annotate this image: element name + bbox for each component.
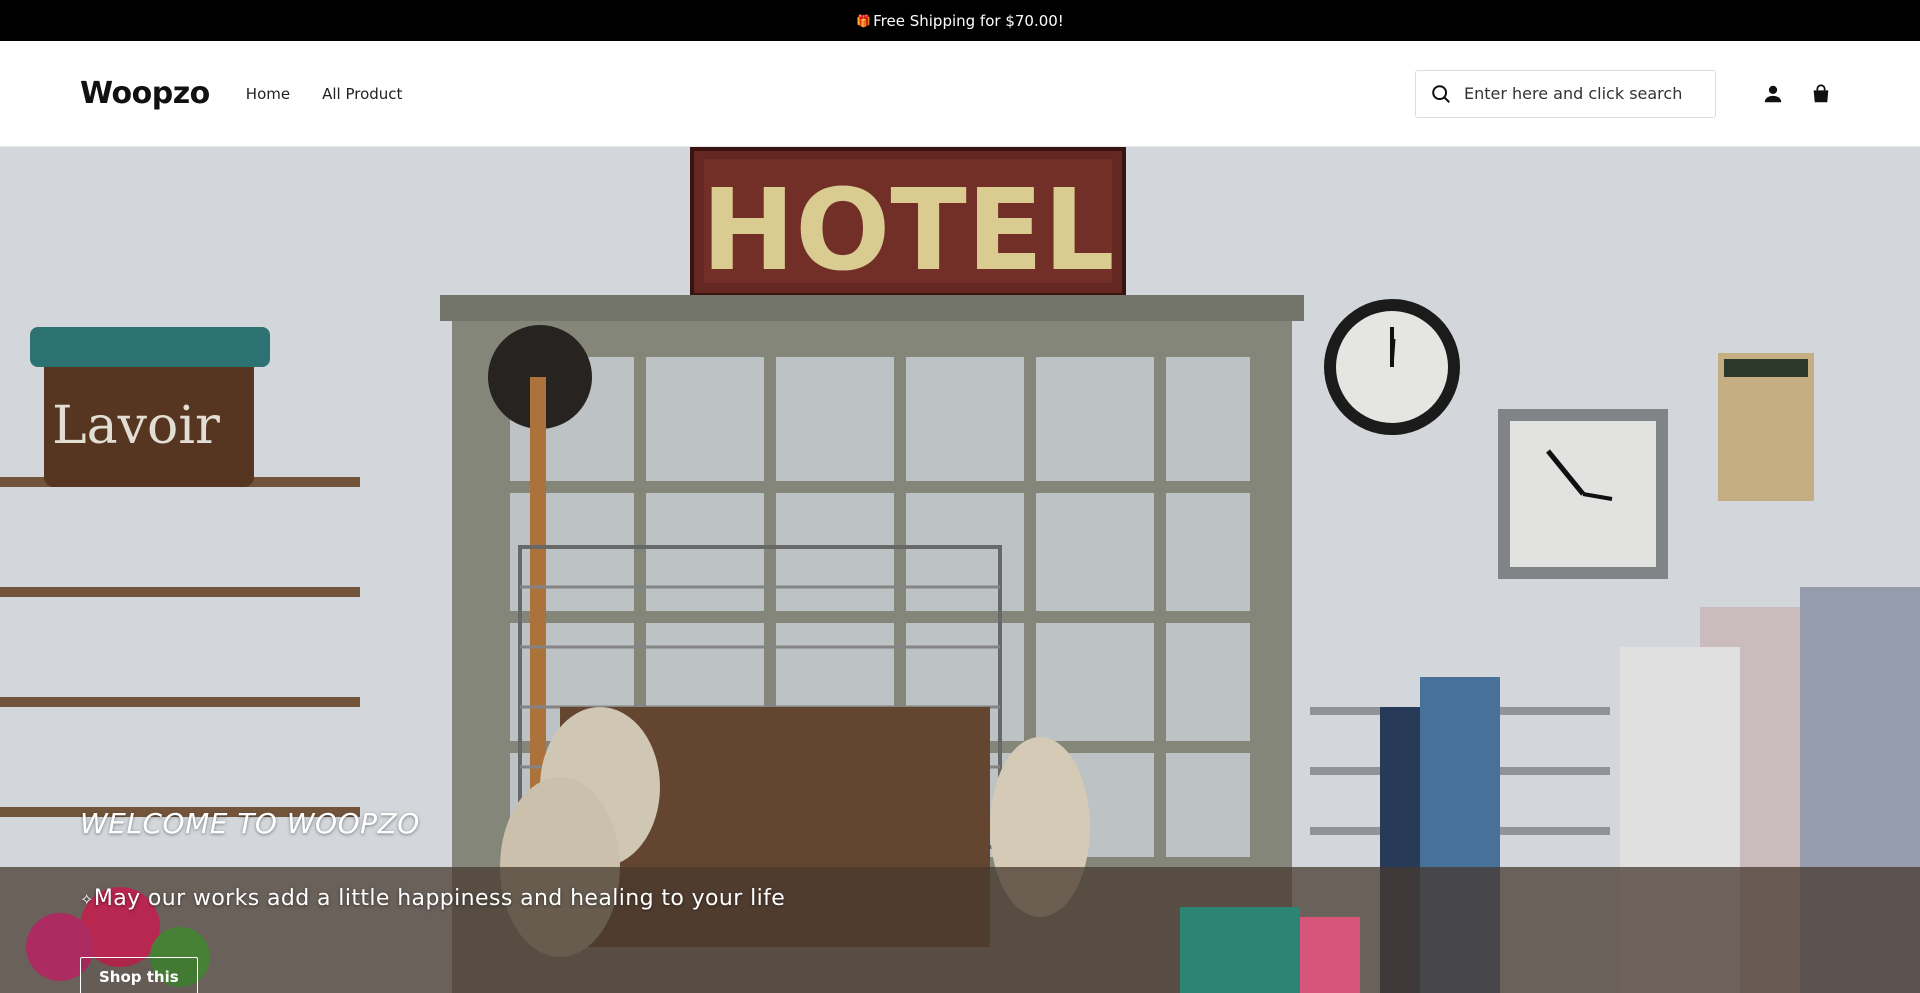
hero-banner: HOTEL Lavoir WELCOME TO WOOPZO ✧May our … — [0, 147, 1920, 993]
main-nav: Home All Product — [246, 85, 403, 103]
hero-subtitle: ✧May our works add a little happiness an… — [80, 886, 786, 911]
nav-home[interactable]: Home — [246, 85, 290, 103]
search-input[interactable] — [1464, 84, 1701, 103]
hero-content: WELCOME TO WOOPZO ✧May our works add a l… — [80, 807, 785, 993]
hero-title: WELCOME TO WOOPZO — [80, 807, 420, 840]
header-icons — [1762, 83, 1832, 105]
user-icon[interactable] — [1762, 83, 1784, 105]
search-box[interactable] — [1415, 69, 1716, 118]
gift-icon: 🎁 — [856, 13, 872, 28]
announcement-text: Free Shipping for $70.00! — [873, 11, 1064, 30]
shopping-bag-icon[interactable] — [1810, 83, 1832, 105]
nav-all-product[interactable]: All Product — [322, 85, 402, 103]
announcement-bar: 🎁 Free Shipping for $70.00! — [0, 0, 1920, 41]
shop-this-button[interactable]: Shop this — [80, 957, 198, 993]
sparkle-icon: ✧ — [80, 890, 94, 909]
site-header: Woopzo Home All Product — [0, 41, 1920, 147]
search-icon[interactable] — [1430, 83, 1452, 105]
site-logo[interactable]: Woopzo — [80, 76, 210, 111]
